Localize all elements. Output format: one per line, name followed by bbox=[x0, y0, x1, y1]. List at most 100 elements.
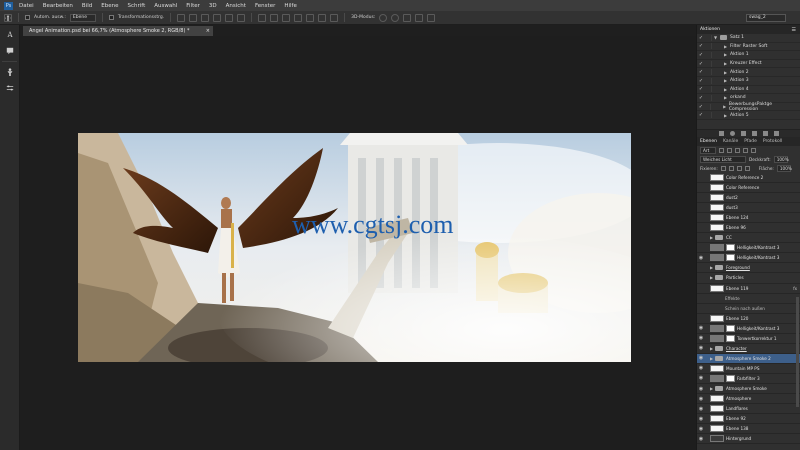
layer-row[interactable]: ▶ Foreground bbox=[697, 263, 800, 274]
auto-align-icon[interactable] bbox=[330, 13, 339, 22]
menu-item[interactable]: Bild bbox=[82, 3, 92, 9]
layer-row[interactable]: Helligkeit/Kontrast 3 bbox=[697, 243, 800, 254]
trash-icon[interactable] bbox=[773, 131, 779, 136]
action-row[interactable]: ✓ ▶ Kreuzer Effect bbox=[697, 60, 800, 69]
layer-row[interactable]: ◉ ▶ Atmosphere Smoke bbox=[697, 384, 800, 395]
distribute-right-icon[interactable] bbox=[318, 13, 327, 22]
new-set-icon[interactable] bbox=[751, 131, 757, 136]
layer-row[interactable]: ◉ ▶ Atmosphere Smoke 2 bbox=[697, 353, 800, 364]
eye-icon[interactable]: ◉ bbox=[697, 335, 705, 341]
checkmark-icon[interactable]: ✓ bbox=[697, 104, 705, 110]
eye-icon[interactable]: ◉ bbox=[697, 365, 705, 371]
lock-all-icon[interactable] bbox=[744, 166, 750, 171]
3d-orbit-icon[interactable] bbox=[379, 13, 388, 22]
lock-pixels-icon[interactable] bbox=[728, 166, 734, 171]
dialog-toggle[interactable] bbox=[705, 51, 712, 58]
distribute-top-icon[interactable] bbox=[258, 13, 267, 22]
layer-row[interactable]: Color Reference 2 bbox=[697, 173, 800, 184]
distribute-middle-icon[interactable] bbox=[270, 13, 279, 22]
filter-type-icon[interactable] bbox=[735, 148, 740, 153]
panel-menu-icon[interactable]: ☰ bbox=[792, 27, 796, 33]
layer-row[interactable]: Schein nach außen bbox=[697, 304, 800, 314]
distribute-center-icon[interactable] bbox=[306, 13, 315, 22]
3d-slide-icon[interactable] bbox=[415, 13, 424, 22]
layer-row[interactable]: Ebene 96 bbox=[697, 223, 800, 234]
layer-row[interactable]: ◉ Landflares bbox=[697, 404, 800, 415]
lock-position-icon[interactable] bbox=[736, 166, 742, 171]
layer-filter-dropdown[interactable]: Art bbox=[700, 147, 716, 154]
menu-item[interactable]: Ansicht bbox=[226, 3, 246, 9]
menu-item[interactable]: Datei bbox=[19, 3, 34, 9]
checkmark-icon[interactable]: ✓ bbox=[697, 86, 705, 92]
eye-icon[interactable]: ◉ bbox=[697, 406, 705, 412]
workspace-dropdown[interactable]: swag_2 bbox=[746, 14, 786, 22]
tab-0[interactable]: Ebenen bbox=[700, 139, 717, 144]
dialog-toggle[interactable] bbox=[705, 86, 712, 93]
blend-mode-dropdown[interactable]: Weiches Licht bbox=[700, 156, 746, 163]
distribute-left-icon[interactable] bbox=[294, 13, 303, 22]
menu-item[interactable]: Bearbeiten bbox=[43, 3, 73, 9]
auto-select-dropdown[interactable]: Ebene bbox=[69, 13, 96, 22]
dialog-toggle[interactable] bbox=[705, 103, 712, 110]
action-row[interactable]: ✓ ▼ Satz 1 bbox=[697, 34, 800, 43]
tab-actions[interactable]: Aktionen bbox=[700, 27, 720, 32]
layer-row[interactable]: ◉ Helligkeit/Kontrast 3 bbox=[697, 324, 800, 334]
align-middle-icon[interactable] bbox=[189, 13, 198, 22]
align-bottom-icon[interactable] bbox=[201, 13, 210, 22]
adjust-sliders-icon[interactable] bbox=[3, 82, 17, 94]
filter-shape-icon[interactable] bbox=[743, 148, 748, 153]
layer-row[interactable]: ▶ CC bbox=[697, 233, 800, 244]
eye-icon[interactable]: ◉ bbox=[697, 325, 705, 331]
dialog-toggle[interactable] bbox=[705, 43, 712, 50]
layer-row[interactable]: ◉ Helligkeit/Kontrast 3 bbox=[697, 253, 800, 264]
menu-item[interactable]: Filter bbox=[186, 3, 200, 9]
checkmark-icon[interactable]: ✓ bbox=[697, 43, 705, 49]
3d-roll-icon[interactable] bbox=[391, 13, 400, 22]
action-row[interactable]: ✓ ▶ Filter Raster Soft bbox=[697, 43, 800, 52]
filter-smart-icon[interactable] bbox=[751, 148, 756, 153]
checkmark-icon[interactable]: ✓ bbox=[697, 95, 705, 101]
dialog-toggle[interactable] bbox=[705, 34, 712, 41]
layer-row[interactable]: ◉ Farbfilter 3 bbox=[697, 374, 800, 384]
action-row[interactable]: ✓ ▶ Aktion 2 bbox=[697, 68, 800, 77]
align-left-icon[interactable] bbox=[213, 13, 222, 22]
layer-row[interactable]: ◉ Ebene 138 bbox=[697, 424, 800, 435]
canvas-area[interactable]: www.cgtsj.com bbox=[20, 36, 696, 450]
checkmark-icon[interactable]: ✓ bbox=[697, 61, 705, 67]
opacity-field[interactable]: 100% bbox=[773, 156, 789, 163]
auto-select-checkbox[interactable] bbox=[25, 15, 30, 20]
3d-pan-icon[interactable] bbox=[403, 13, 412, 22]
action-row[interactable]: ✓ ▶ Aktion 3 bbox=[697, 77, 800, 86]
menu-item[interactable]: Ebene bbox=[101, 3, 118, 9]
artwork-canvas[interactable]: www.cgtsj.com bbox=[78, 133, 631, 362]
stop-icon[interactable] bbox=[718, 131, 724, 136]
eye-icon[interactable]: ◉ bbox=[697, 416, 705, 422]
dialog-toggle[interactable] bbox=[705, 112, 712, 119]
layer-row[interactable]: Ebene 119 fx bbox=[697, 284, 800, 294]
align-center-icon[interactable] bbox=[225, 13, 234, 22]
fill-field[interactable]: 100% bbox=[776, 165, 792, 172]
menu-item[interactable]: Auswahl bbox=[154, 3, 177, 9]
tab-3[interactable]: Protokoll bbox=[763, 139, 782, 144]
lock-transparency-icon[interactable] bbox=[720, 166, 726, 171]
record-icon[interactable] bbox=[729, 131, 735, 136]
layer-row[interactable]: ◉ Ebene 92 bbox=[697, 414, 800, 425]
close-icon[interactable]: × bbox=[206, 26, 210, 36]
eye-icon[interactable]: ◉ bbox=[697, 355, 705, 361]
layer-row[interactable]: dust2 bbox=[697, 193, 800, 204]
tab-2[interactable]: Pfade bbox=[744, 139, 757, 144]
type-tool-icon[interactable]: A bbox=[3, 29, 17, 41]
action-row[interactable]: ✓ ▶ Aktion 4 bbox=[697, 86, 800, 95]
align-top-icon[interactable] bbox=[177, 13, 186, 22]
action-row[interactable]: ✓ ▶ Aktion 1 bbox=[697, 51, 800, 60]
puppet-warp-icon[interactable] bbox=[3, 66, 17, 78]
layer-row[interactable]: ◉ Tonwertkorrektur 1 bbox=[697, 334, 800, 344]
layer-row[interactable]: dust3 bbox=[697, 203, 800, 214]
layer-row[interactable]: ◉ Atmosphere bbox=[697, 394, 800, 405]
eye-icon[interactable]: ◉ bbox=[697, 375, 705, 381]
menu-item[interactable]: Fenster bbox=[255, 3, 275, 9]
layer-row[interactable]: ◉ Hintergrund bbox=[697, 434, 800, 445]
layer-row[interactable]: ◉ Mountain MP PS bbox=[697, 364, 800, 374]
action-row[interactable]: ✓ ▶ Aktion 5 bbox=[697, 111, 800, 120]
layer-row[interactable]: Effekte bbox=[697, 294, 800, 304]
